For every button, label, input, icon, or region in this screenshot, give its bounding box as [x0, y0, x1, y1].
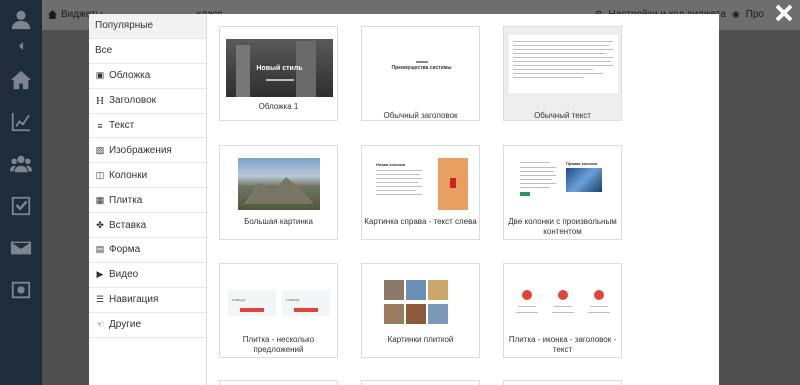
template-label: Две колонки с произвольным контентом: [508, 217, 617, 236]
preview-link[interactable]: Про: [746, 9, 764, 20]
image-icon: ▨: [95, 144, 105, 155]
category-images[interactable]: ▨ Изображения: [89, 138, 206, 164]
category-all[interactable]: Все: [89, 39, 206, 64]
template-card[interactable]: Новый стиль Обложка 1: [219, 26, 338, 121]
close-icon[interactable]: [774, 3, 794, 23]
template-card[interactable]: Большая картинка: [219, 145, 338, 240]
template-card[interactable]: Плитка - иконка - заголовок - текст: [503, 263, 622, 358]
category-label: Видео: [109, 269, 139, 281]
category-label: Текст: [109, 120, 135, 131]
template-card[interactable]: Преимущества системы Обычный заголовок: [361, 26, 480, 121]
category-label: Колонки: [109, 169, 148, 181]
template-card[interactable]: [219, 380, 338, 385]
block-picker-modal: Популярные Все ▣ Обложка H Заголовок ≡ Текс…: [89, 14, 719, 385]
category-text[interactable]: ≡ Текст: [89, 114, 206, 139]
category-label: Форма: [109, 244, 141, 256]
icon-tiles-thumbnail: [510, 276, 617, 334]
category-label: Другие: [109, 319, 142, 331]
template-card[interactable]: [503, 380, 622, 385]
category-embed[interactable]: ✤ Вставка: [89, 213, 206, 239]
template-card[interactable]: [361, 380, 480, 385]
checkbox-icon[interactable]: [8, 193, 34, 219]
thumb-title: Преимущества системы: [391, 65, 452, 71]
eye-icon[interactable]: ◉: [732, 9, 740, 20]
image-right-thumbnail: Новая колонка: [368, 158, 475, 216]
collapse-arrow-icon[interactable]: [8, 39, 34, 53]
youtube-icon: ▶: [96, 269, 104, 280]
category-label: Заголовок: [109, 95, 157, 107]
category-other[interactable]: ☜ Другие: [89, 313, 206, 338]
template-label: Обычный заголовок: [383, 111, 458, 120]
template-label: Плитка - несколько предложений: [242, 335, 315, 354]
home-icon[interactable]: [8, 67, 34, 93]
template-card-selected[interactable]: Обычный текст: [503, 26, 622, 121]
category-header[interactable]: H Заголовок: [89, 89, 206, 114]
tiles-icon: ▦: [95, 194, 105, 205]
template-label: Картинка справа - текст слева: [364, 217, 477, 226]
cover-thumbnail: Новый стиль: [226, 39, 333, 97]
template-card[interactable]: Правая колонка Две колонки с произвольны…: [503, 145, 622, 240]
template-label: Обычный текст: [534, 111, 591, 120]
category-form[interactable]: ▤ Форма: [89, 238, 206, 263]
template-card[interactable]: Новая колонка Картинка справа - текст сл…: [361, 145, 480, 240]
price-text-2: 1 000 руб: [286, 298, 300, 302]
header-icon: H: [96, 94, 104, 107]
user-avatar-icon[interactable]: [8, 6, 34, 32]
camera-icon: ▣: [95, 70, 105, 81]
image-tiles-thumbnail: [384, 280, 450, 328]
template-card[interactable]: 1 000 руб 1 000 руб Плитка - несколько п…: [219, 263, 338, 358]
category-label: Все: [95, 45, 113, 57]
mail-icon[interactable]: [8, 235, 34, 261]
text-thumbnail: [509, 35, 618, 93]
template-label: Картинки плиткой: [387, 335, 454, 344]
category-list: Популярные Все ▣ Обложка H Заголовок ≡ Текс…: [89, 14, 207, 385]
category-cover[interactable]: ▣ Обложка: [89, 64, 206, 89]
app-sidebar: [0, 0, 42, 385]
category-columns[interactable]: ◫ Колонки: [89, 163, 206, 189]
price-text: 1 000 руб: [232, 298, 246, 302]
columns-icon: ◫: [95, 169, 105, 180]
category-video[interactable]: ▶ Видео: [89, 263, 206, 288]
mountain-thumbnail: [238, 158, 320, 210]
two-columns-thumbnail: Правая колонка: [510, 158, 617, 216]
chart-icon[interactable]: [8, 109, 34, 135]
template-label: Обложка 1: [258, 102, 299, 111]
category-label: Вставка: [109, 219, 147, 231]
template-label: Большая картинка: [244, 217, 313, 226]
category-label: Популярные: [95, 20, 154, 32]
template-label: Плитка - иконка - заголовок - текст: [508, 335, 617, 354]
category-popular[interactable]: Популярные: [89, 14, 206, 39]
thumb-title: Новый стиль: [256, 65, 303, 72]
wave-image: [566, 168, 602, 192]
category-label: Обложка: [109, 70, 151, 82]
form-icon: ▤: [95, 244, 105, 255]
home-small-icon[interactable]: [48, 10, 57, 19]
users-icon[interactable]: [8, 151, 34, 177]
list-icon: ☰: [95, 294, 105, 305]
category-tiles[interactable]: ▦ Плитка: [89, 188, 206, 214]
text-icon: ≡: [97, 120, 103, 131]
header-thumbnail: Преимущества системы: [368, 39, 475, 97]
category-label: Изображения: [109, 144, 172, 156]
runner-image: [438, 158, 468, 210]
category-navigation[interactable]: ☰ Навигация: [89, 288, 206, 313]
thumb-title: Новая колонка: [376, 162, 406, 167]
hand-icon: ☜: [95, 319, 105, 330]
pricing-tiles-thumbnail: 1 000 руб 1 000 руб: [226, 290, 333, 318]
safe-icon[interactable]: [8, 277, 34, 303]
puzzle-icon: ✤: [96, 219, 104, 230]
thumb-title: Правая колонка: [566, 161, 598, 166]
template-card[interactable]: Картинки плиткой: [361, 263, 480, 358]
category-label: Навигация: [109, 294, 159, 306]
category-label: Плитка: [109, 194, 143, 206]
